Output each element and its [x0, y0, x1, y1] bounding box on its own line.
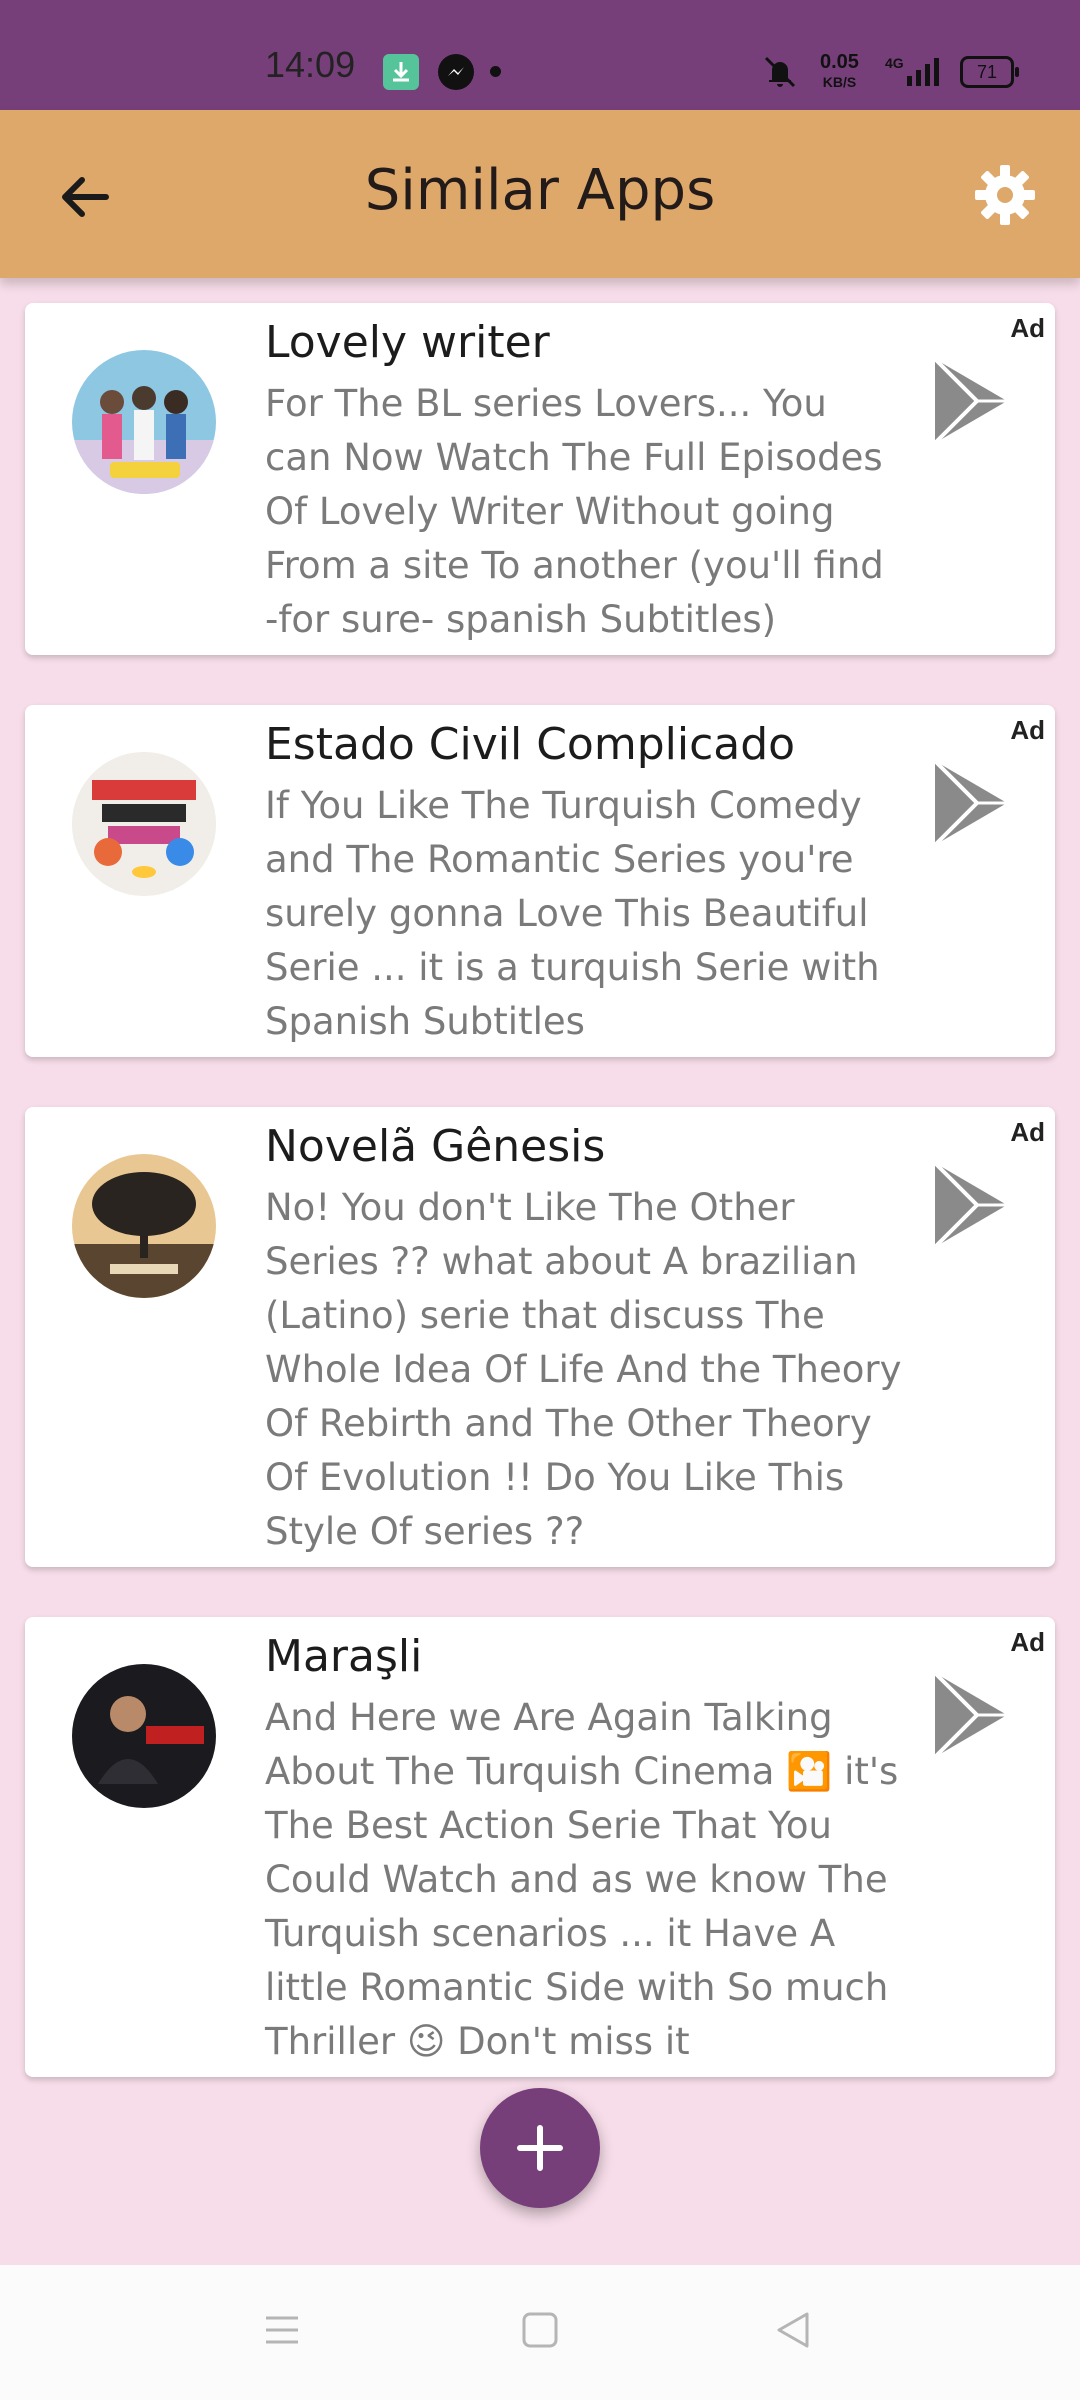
play-store-icon[interactable]	[925, 1155, 1015, 1255]
plus-icon	[517, 2125, 563, 2171]
app-thumbnail	[72, 752, 216, 896]
messenger-icon	[438, 54, 474, 90]
gear-icon	[975, 165, 1035, 225]
signal-4g-icon: 4G	[885, 52, 945, 92]
play-store-icon[interactable]	[925, 753, 1015, 853]
svg-text:4G: 4G	[885, 55, 904, 71]
app-description: And Here we Are Again Talking About The …	[265, 1696, 899, 2063]
download-icon	[383, 54, 419, 90]
system-nav-bar	[0, 2265, 1080, 2400]
nav-back-button[interactable]	[773, 2310, 813, 2354]
ad-badge: Ad	[1010, 715, 1045, 745]
app-card[interactable]: Estado Civil Complicado If You Like The …	[25, 705, 1055, 1057]
app-description: No! You don't Like The Other Series ?? w…	[265, 1186, 902, 1553]
app-card[interactable]: Lovely writer For The BL series Lovers..…	[25, 303, 1055, 655]
network-speed-unit: KB/S	[822, 74, 857, 90]
network-speed: 0.05 KB/S	[820, 52, 859, 92]
muted-bell-icon	[760, 52, 800, 92]
network-speed-value: 0.05	[820, 51, 859, 73]
square-icon	[522, 2312, 558, 2348]
app-title: Lovely writer	[265, 317, 550, 368]
battery-icon: 71	[960, 56, 1019, 88]
app-thumbnail	[72, 1154, 216, 1298]
play-store-icon[interactable]	[925, 1665, 1015, 1765]
app-description: If You Like The Turquish Comedy and The …	[265, 784, 880, 1043]
play-store-icon[interactable]	[925, 351, 1015, 451]
status-bar: 14:09 0.05 KB/S 4G 71	[0, 0, 1080, 110]
ad-badge: Ad	[1010, 1627, 1045, 1657]
ad-badge: Ad	[1010, 313, 1045, 343]
app-card[interactable]: Maraşli And Here we Are Again Talking Ab…	[25, 1617, 1055, 2077]
app-thumbnail	[72, 350, 216, 494]
app-title: Novelã Gênesis	[265, 1121, 606, 1172]
page-title: Similar Apps	[364, 158, 716, 223]
nav-menu-button[interactable]	[262, 2310, 302, 2354]
status-time: 14:09	[265, 44, 356, 85]
ad-badge: Ad	[1010, 1117, 1045, 1147]
app-bar: Similar Apps	[0, 110, 1080, 278]
nav-home-button[interactable]	[520, 2310, 560, 2354]
notification-dot-icon	[490, 66, 501, 77]
app-thumbnail	[72, 1664, 216, 1808]
triangle-back-icon	[777, 2312, 809, 2348]
app-card[interactable]: Novelã Gênesis No! You don't Like The Ot…	[25, 1107, 1055, 1567]
app-description: For The BL series Lovers... You can Now …	[265, 382, 884, 641]
app-title: Maraşli	[265, 1631, 423, 1682]
app-title: Estado Civil Complicado	[265, 719, 796, 770]
menu-icon	[266, 2316, 298, 2344]
settings-button[interactable]	[970, 160, 1040, 230]
add-button[interactable]	[480, 2088, 600, 2208]
